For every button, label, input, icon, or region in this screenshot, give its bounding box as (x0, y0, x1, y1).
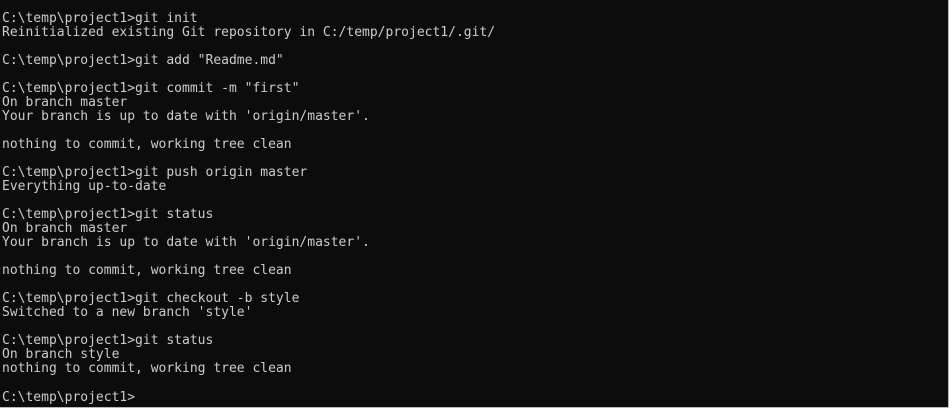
console-line: C:\temp\project1>git push origin master (2, 165, 308, 180)
console-line: Your branch is up to date with 'origin/m… (2, 109, 370, 124)
console-line: C:\temp\project1>git status (2, 207, 214, 222)
console-line: Everything up-to-date (2, 179, 167, 194)
console-line: On branch style (2, 347, 120, 362)
console-line: On branch master (2, 221, 128, 236)
console-window[interactable]: C:\temp\project1>git init Reinitialized … (0, 0, 949, 408)
console-line: Reinitialized existing Git repository in… (2, 25, 496, 40)
console-line: C:\temp\project1>git status (2, 333, 214, 348)
console-line: nothing to commit, working tree clean (2, 263, 292, 278)
command-prompt[interactable]: C:\temp\project1> (2, 390, 948, 405)
console-line: C:\temp\project1>git checkout -b style (2, 291, 300, 306)
console-line: On branch master (2, 95, 128, 110)
console-line: Your branch is up to date with 'origin/m… (2, 235, 370, 250)
console-output: C:\temp\project1>git init Reinitialized … (2, 11, 948, 405)
console-line: nothing to commit, working tree clean (2, 361, 292, 376)
console-line: C:\temp\project1>git init (2, 11, 198, 26)
console-line: Switched to a new branch 'style' (2, 305, 253, 320)
console-line: nothing to commit, working tree clean (2, 137, 292, 152)
console-line: C:\temp\project1>git add "Readme.md" (2, 53, 284, 68)
console-line: C:\temp\project1>git commit -m "first" (2, 81, 300, 96)
text-cursor (135, 390, 136, 402)
prompt-text: C:\temp\project1> (2, 390, 136, 405)
